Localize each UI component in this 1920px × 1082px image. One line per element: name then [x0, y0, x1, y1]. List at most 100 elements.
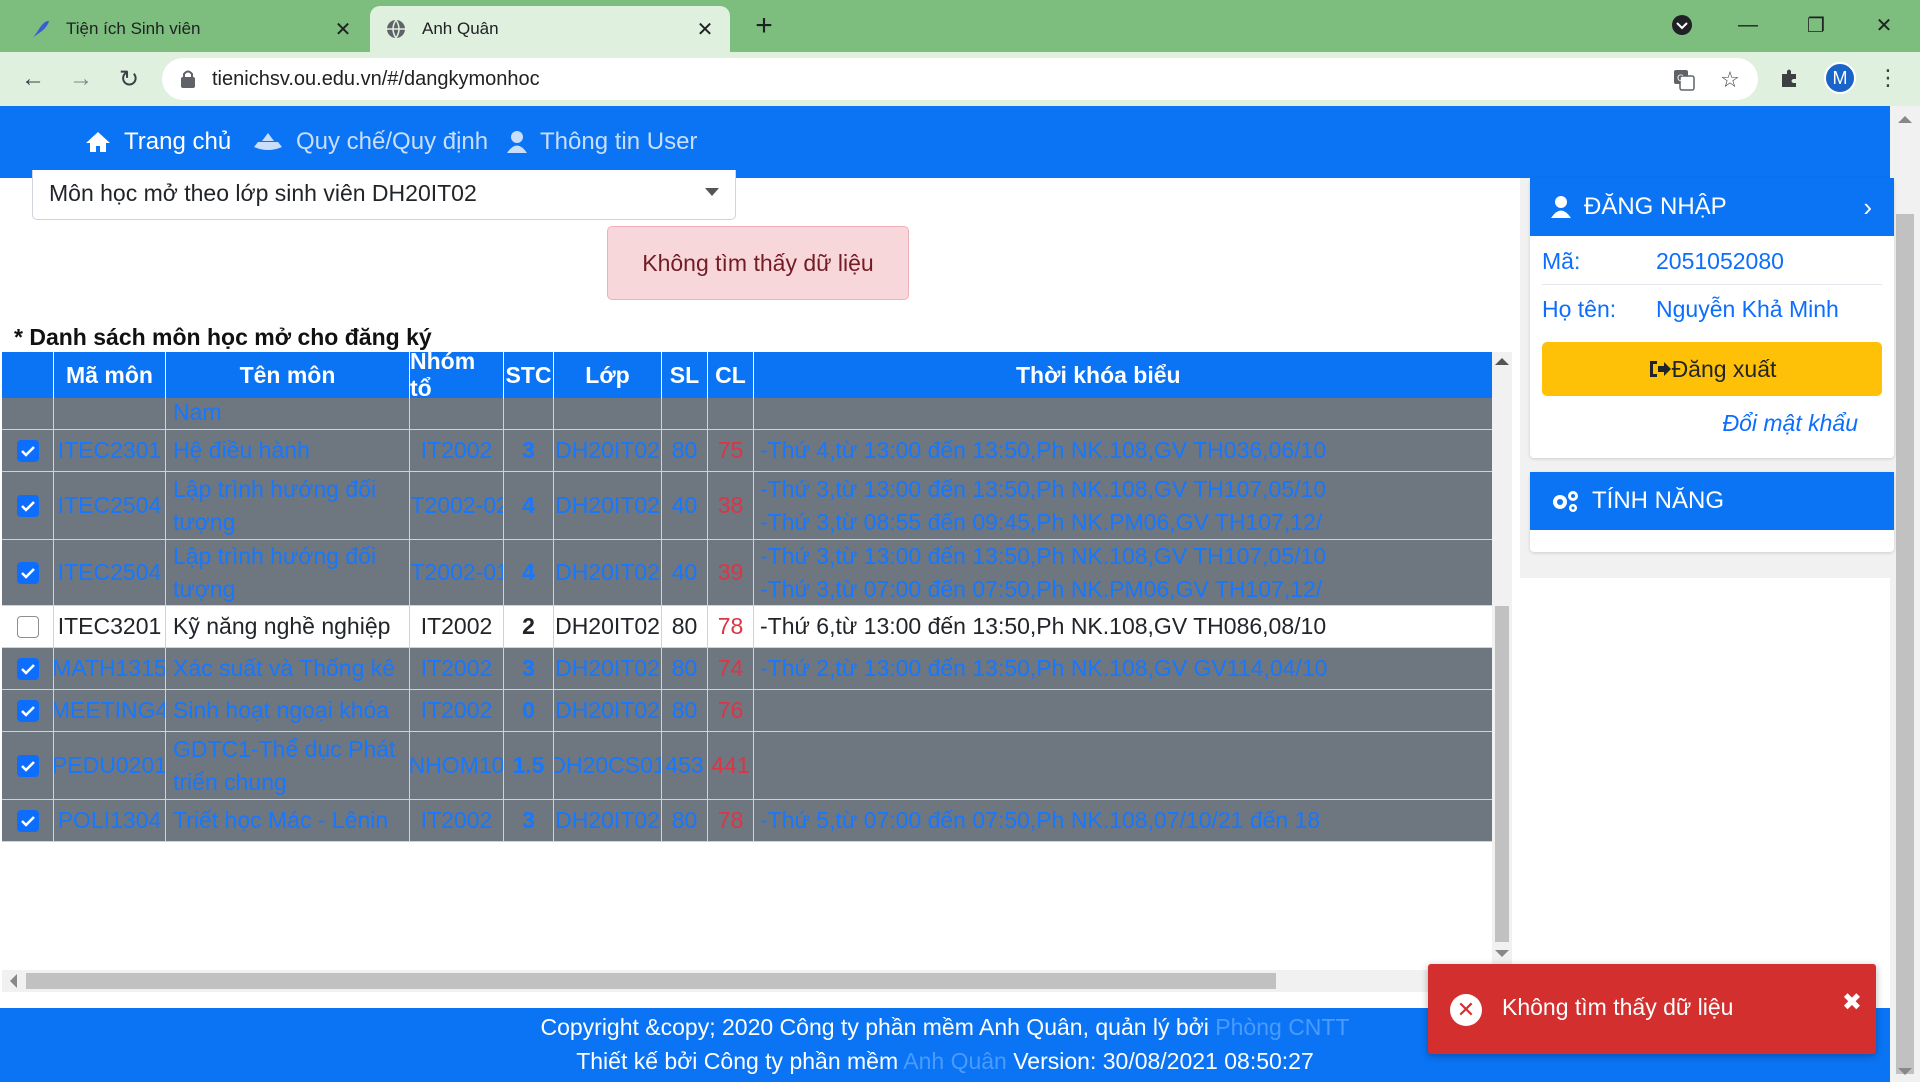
class-cell: DH20IT02: [554, 648, 662, 690]
no-data-alert-text: Không tìm thấy dữ liệu: [642, 249, 874, 276]
toast-close-icon[interactable]: ✖: [1842, 988, 1862, 1017]
chevron-right-icon[interactable]: ›: [1863, 192, 1872, 223]
scroll-down-arrow-icon[interactable]: [1898, 1068, 1912, 1075]
features-panel-header[interactable]: TÍNH NĂNG: [1530, 472, 1894, 530]
table-row[interactable]: POLI1304 Triết học Mác - Lênin IT2002 3 DH20…: [2, 800, 1492, 842]
schedule-cell: -Thứ 4,từ 13:00 đến 13:50,Ph NK.108,GV T…: [754, 430, 1492, 472]
class-cell: DH20IT02: [554, 606, 662, 648]
minimize-icon[interactable]: —: [1728, 10, 1768, 40]
back-arrow-icon[interactable]: ←: [16, 62, 50, 96]
code-cell: ITEC2301: [54, 430, 166, 472]
sl-cell: 80: [662, 430, 708, 472]
course-checkbox[interactable]: [16, 809, 39, 832]
change-password-link[interactable]: Đổi mật khẩu: [1722, 410, 1858, 437]
login-panel-header[interactable]: ĐĂNG NHẬP ›: [1530, 178, 1894, 236]
table-horizontal-scrollbar[interactable]: [2, 970, 1492, 992]
cl-cell: [708, 398, 754, 430]
course-checkbox[interactable]: [16, 561, 39, 584]
course-checkbox[interactable]: [16, 754, 39, 777]
footer-it-dept-link[interactable]: Phòng CNTT: [1215, 1014, 1349, 1040]
course-checkbox[interactable]: [16, 439, 39, 462]
check-icon: [20, 500, 35, 512]
close-icon[interactable]: ✕: [694, 18, 716, 41]
name-cell: Đảng Cộng sản Việt Nam: [166, 398, 410, 430]
user-icon: [1551, 196, 1571, 218]
table-row[interactable]: MATH1315 Xác suất và Thống kê IT2002 3 DH20I…: [2, 648, 1492, 690]
table-row[interactable]: ITEC2504Lập trình hướng đối tượngIT2002-…: [2, 540, 1492, 606]
code-cell: POLI1304: [54, 800, 166, 842]
scroll-down-arrow-icon[interactable]: [1495, 950, 1509, 957]
browser-toolbar: ← → ↻ tienichsv.ou.edu.vn/#/dangkymonhoc…: [0, 52, 1920, 106]
schedule-line: -Thứ 3,từ 08:55 đến 09:45,Ph NK.PM06,GV …: [760, 508, 1323, 535]
schedule-line: -Thứ 3,từ 07:00 đến 07:50,Ph NK.PM06,GV …: [760, 575, 1323, 602]
course-checkbox[interactable]: [16, 615, 39, 638]
class-filter-value: Môn học mở theo lớp sinh viên DH20IT02: [49, 180, 477, 206]
table-hscroll-thumb[interactable]: [26, 973, 1276, 989]
close-icon[interactable]: ✕: [332, 18, 354, 41]
table-row[interactable]: Đảng Cộng sản Việt Nam: [2, 398, 1492, 430]
table-scroll-thumb[interactable]: [1495, 606, 1509, 942]
table-vertical-scrollbar[interactable]: [1492, 352, 1512, 964]
group-cell: IT2002: [410, 800, 504, 842]
kebab-menu-icon[interactable]: ⋮: [1874, 64, 1902, 92]
scroll-left-arrow-icon[interactable]: [10, 974, 17, 988]
footer-design-text: Thiết kế bởi Công ty phần mềm: [576, 1048, 904, 1074]
nav-rules[interactable]: Quy chế/Quy định: [252, 128, 488, 156]
table-row[interactable]: MEETING4 Sinh hoạt ngoại khóa IT2002 0 DH20I…: [2, 690, 1492, 732]
schedule-cell: -Thứ 3,từ 13:00 đến 13:50,Ph NK.108,GV T…: [754, 540, 1492, 606]
logout-button[interactable]: Đăng xuất: [1542, 342, 1882, 396]
column-header: STC: [504, 352, 554, 398]
lock-icon: [180, 69, 200, 89]
profile-avatar[interactable]: M: [1824, 62, 1856, 94]
table-row[interactable]: PEDU0201 GDTC1-Thể dục Phát triển chung NH…: [2, 732, 1492, 800]
tab-search-icon[interactable]: [1662, 10, 1702, 40]
column-header: Nhóm tổ: [410, 352, 504, 401]
page-scrollbar[interactable]: [1890, 106, 1920, 1082]
window-close-icon[interactable]: ✕: [1864, 10, 1904, 40]
footer-version: Version: 30/08/2021 08:50:27: [1006, 1048, 1314, 1074]
nav-home[interactable]: Trang chủ: [84, 128, 231, 156]
tab-title: Anh Quân: [422, 19, 499, 38]
class-cell: DH20IT02: [554, 540, 662, 606]
code-cell: MEETING4: [54, 690, 166, 732]
logout-label: Đăng xuất: [1671, 355, 1777, 382]
scroll-up-arrow-icon[interactable]: [1495, 358, 1509, 365]
table-row[interactable]: ITEC2504Lập trình hướng đối tượngIT2002-…: [2, 472, 1492, 540]
class-filter-select[interactable]: Môn học mở theo lớp sinh viên DH20IT02: [32, 170, 736, 220]
class-cell: [554, 398, 662, 430]
restore-icon[interactable]: ❐: [1796, 10, 1836, 40]
course-checkbox[interactable]: [16, 494, 39, 517]
schedule-line: -Thứ 2,từ 13:00 đến 13:50,Ph NK.108,GV G…: [760, 655, 1328, 681]
table-row[interactable]: ITEC2301 Hệ điều hành IT2002 3 DH20IT02 80 75-…: [2, 430, 1492, 472]
nav-user-info[interactable]: Thông tin User: [506, 128, 697, 156]
class-cell: DH20IT02: [554, 690, 662, 732]
column-header: Lớp: [554, 352, 662, 398]
browser-tab-anhquan[interactable]: Anh Quân ✕: [370, 6, 730, 52]
sl-cell: 80: [662, 648, 708, 690]
new-tab-button[interactable]: +: [748, 10, 780, 42]
code-cell: PEDU0201: [54, 732, 166, 800]
table-row[interactable]: ITEC3201 Kỹ năng nghề nghiệp IT2002 2 DH20IT…: [2, 606, 1492, 648]
schedule-line: -Thứ 6,từ 13:00 đến 13:50,Ph NK.108,GV T…: [760, 613, 1327, 639]
name-cell: Lập trình hướng đối tượng: [166, 540, 410, 606]
student-name-value: Nguyễn Khả Minh: [1656, 296, 1839, 322]
nav-user-info-label: Thông tin User: [540, 128, 698, 155]
table-header: Mã môn Tên môn Nhóm tổ STC Lớp SL CL Thời khóa …: [2, 352, 1492, 401]
course-checkbox[interactable]: [16, 699, 39, 722]
scroll-up-arrow-icon[interactable]: [1898, 116, 1912, 123]
nav-rules-label: Quy chế/Quy định: [296, 128, 489, 155]
forward-arrow-icon[interactable]: →: [64, 62, 98, 96]
translate-icon[interactable]: G: [1670, 66, 1698, 94]
page-scroll-thumb[interactable]: [1896, 214, 1914, 1074]
browser-tab-sinhvien[interactable]: Tiện ích Sinh viên ✕: [14, 6, 368, 52]
select-cell: [2, 800, 54, 842]
footer-company-link[interactable]: Anh Quân: [903, 1048, 1007, 1074]
course-checkbox[interactable]: [16, 657, 39, 680]
group-cell: IT2002: [410, 648, 504, 690]
extensions-puzzle-icon[interactable]: [1776, 64, 1804, 92]
stc-cell: 3: [504, 430, 554, 472]
reload-icon[interactable]: ↻: [112, 62, 146, 96]
address-bar[interactable]: tienichsv.ou.edu.vn/#/dangkymonhoc G ☆: [162, 58, 1758, 100]
code-cell: [54, 398, 166, 430]
star-icon[interactable]: ☆: [1716, 66, 1744, 94]
